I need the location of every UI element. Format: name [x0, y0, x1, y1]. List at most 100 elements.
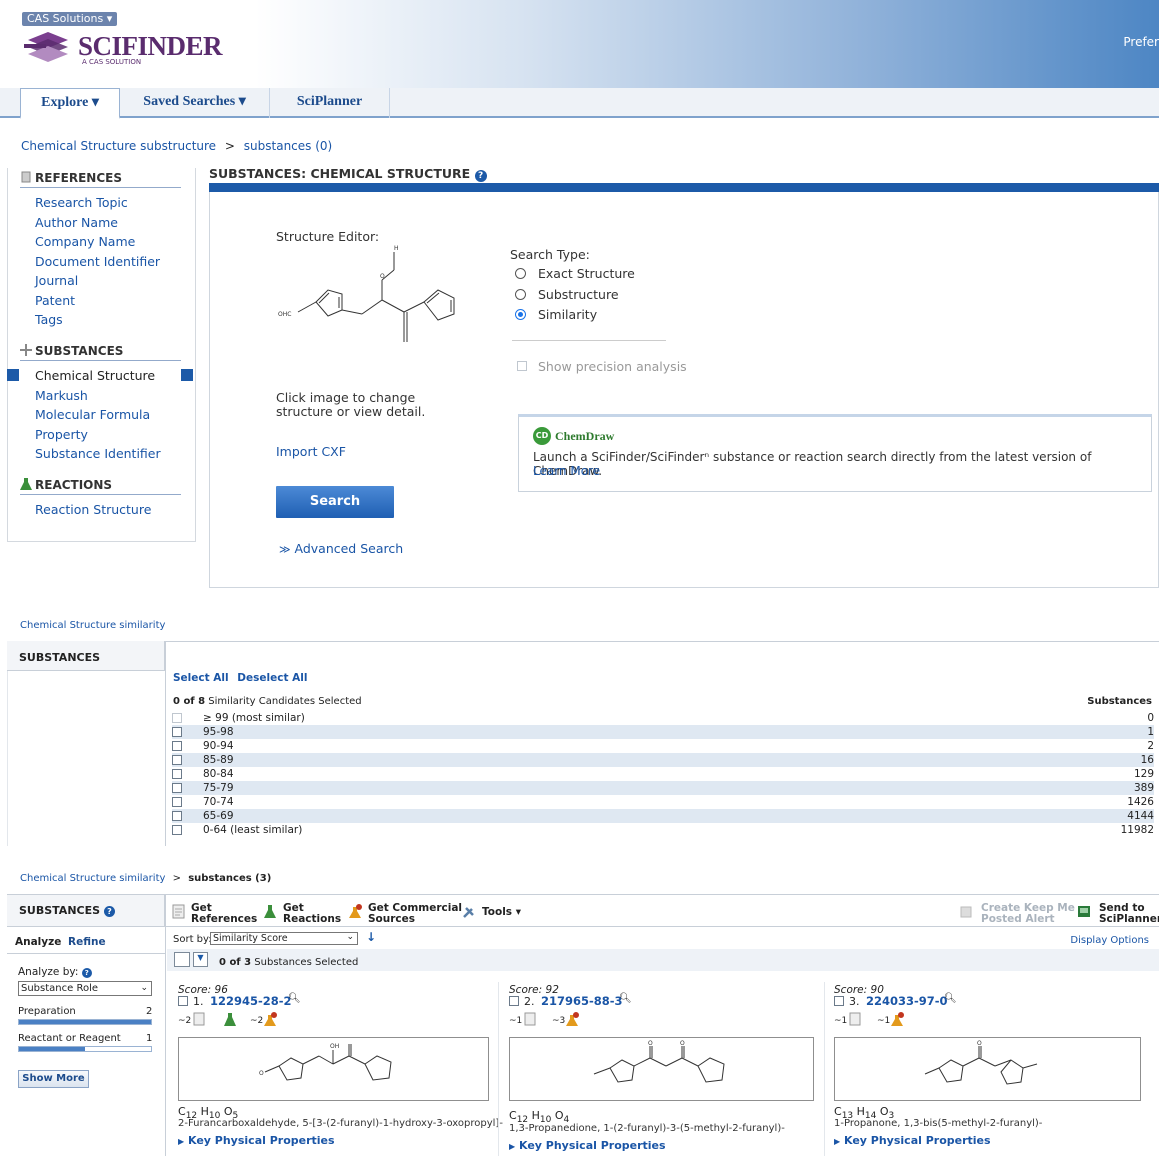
search-button[interactable]: Search — [276, 486, 394, 518]
caret-right-icon: ▶ — [178, 1137, 185, 1146]
display-options-link[interactable]: Display Options — [1070, 935, 1149, 946]
sort-select[interactable]: Similarity Score ⌄ — [210, 932, 358, 945]
results-breadcrumb-link[interactable]: Chemical Structure similarity — [20, 873, 165, 884]
sidebar-item-company-name[interactable]: Company Name — [35, 234, 135, 249]
reference-count: ~2 — [178, 1016, 192, 1026]
cas-registry-number[interactable]: 122945-28-2 — [210, 994, 292, 1008]
sidebar-item-substance-identifier[interactable]: Substance Identifier — [35, 446, 161, 461]
role-count: 2 — [146, 1006, 153, 1017]
learn-more-link[interactable]: Learn More — [533, 464, 600, 478]
similarity-checkbox[interactable] — [172, 726, 182, 737]
structure-image[interactable]: OH O — [178, 1037, 489, 1101]
key-physical-properties-link[interactable]: ▶ Key Physical Properties — [834, 1134, 991, 1147]
help-icon[interactable]: ? — [81, 968, 92, 978]
help-icon[interactable]: ? — [103, 906, 115, 917]
reactions-heading-label: REACTIONS — [35, 478, 113, 492]
tab-analyze[interactable]: Analyze — [15, 936, 61, 948]
sidebar-item-journal[interactable]: Journal — [35, 273, 78, 288]
result-checkbox[interactable] — [178, 996, 188, 1006]
kpp-label: Key Physical Properties — [188, 1134, 335, 1147]
results-selected-count: 0 of 3 Substances Selected — [219, 957, 358, 968]
sidebar-item-reaction-structure[interactable]: Reaction Structure — [35, 502, 151, 517]
cas-registry-number[interactable]: 224033-97-0 — [866, 994, 948, 1008]
sidebar-item-molecular-formula[interactable]: Molecular Formula — [35, 407, 150, 422]
radio-similarity[interactable] — [515, 309, 526, 320]
sidebar-item-document-identifier[interactable]: Document Identifier — [35, 254, 160, 269]
similarity-checkbox[interactable] — [172, 782, 182, 793]
chemdraw-logo-icon: CD — [533, 427, 551, 445]
supplier-count: ~1 — [877, 1016, 891, 1026]
sidebar-item-author-name[interactable]: Author Name — [35, 215, 118, 230]
get-reactions-button[interactable]: Get Reactions — [283, 903, 341, 925]
select-all-checkbox[interactable] — [174, 952, 190, 967]
cas-registry-number[interactable]: 217965-88-3 — [541, 994, 623, 1008]
breadcrumb-separator: > — [172, 873, 181, 884]
select-all-link[interactable]: Select All — [173, 672, 229, 684]
magnifier-icon[interactable]: 🔍︎ — [944, 993, 957, 1004]
sidebar-item-property[interactable]: Property — [35, 427, 88, 442]
analyze-by-select[interactable]: Substance Role ⌄ — [18, 981, 152, 996]
similarity-checkbox[interactable] — [172, 768, 182, 779]
show-precision-checkbox[interactable] — [517, 361, 527, 371]
page-title-text: SUBSTANCES: CHEMICAL STRUCTURE — [209, 166, 471, 181]
structure-image[interactable]: O — [834, 1037, 1141, 1101]
preferences-link[interactable]: Prefer — [1123, 35, 1159, 49]
similarity-checkbox[interactable] — [172, 712, 182, 723]
tab-sciplanner[interactable]: SciPlanner — [270, 88, 390, 118]
radio-substructure[interactable] — [515, 289, 526, 300]
commercial-sources-icon[interactable] — [891, 1012, 905, 1026]
selection-dropdown[interactable]: ▼ — [193, 952, 208, 967]
advanced-search-link[interactable]: ≫ Advanced Search — [279, 541, 403, 556]
similarity-checkbox[interactable] — [172, 740, 182, 751]
cas-solutions-menu[interactable]: CAS Solutions ▾ — [22, 12, 118, 26]
similarity-checkbox[interactable] — [172, 810, 182, 821]
result-checkbox[interactable] — [509, 996, 519, 1006]
key-physical-properties-link[interactable]: ▶ Key Physical Properties — [509, 1139, 666, 1152]
flask-icon[interactable] — [224, 1013, 236, 1026]
similarity-checkbox[interactable] — [172, 824, 182, 835]
tab-saved-searches[interactable]: Saved Searches ▾ — [120, 88, 270, 118]
structure-image[interactable]: O O — [509, 1037, 814, 1101]
show-precision-label: Show precision analysis — [538, 359, 687, 374]
help-icon[interactable]: ? — [474, 170, 487, 182]
tab-refine[interactable]: Refine — [68, 936, 106, 948]
result-checkbox[interactable] — [834, 996, 844, 1006]
breadcrumb-current[interactable]: substances (0) — [244, 139, 332, 153]
structure-editor-image[interactable]: OHC H O — [276, 242, 468, 370]
show-more-button[interactable]: Show More — [18, 1070, 89, 1088]
role-label[interactable]: Preparation — [18, 1006, 76, 1017]
similarity-row: 95-98 1 — [172, 725, 1154, 739]
magnifier-icon[interactable]: 🔍︎ — [619, 993, 632, 1004]
document-icon[interactable] — [193, 1012, 205, 1026]
sidebar-item-patent[interactable]: Patent — [35, 293, 75, 308]
result-number: 2. — [524, 995, 535, 1008]
keep-me-posted-button[interactable]: Create Keep Me Posted Alert — [981, 903, 1075, 925]
results-section-label: SUBSTANCES — [19, 904, 101, 917]
document-icon[interactable] — [524, 1012, 536, 1026]
radio-exact-structure[interactable] — [515, 268, 526, 279]
import-cxf-link[interactable]: Import CXF — [276, 444, 346, 459]
key-physical-properties-link[interactable]: ▶ Key Physical Properties — [178, 1134, 335, 1147]
sidebar-item-research-topic[interactable]: Research Topic — [35, 195, 128, 210]
tools-menu[interactable]: Tools ▾ — [482, 907, 521, 918]
similarity-breadcrumb[interactable]: Chemical Structure similarity — [20, 620, 165, 631]
get-commercial-sources-button[interactable]: Get Commercial Sources — [368, 903, 462, 925]
sort-direction-icon[interactable]: ↓ — [366, 930, 376, 944]
commercial-sources-icon[interactable] — [566, 1012, 580, 1026]
breadcrumb-link[interactable]: Chemical Structure substructure — [21, 139, 216, 153]
similarity-checkbox[interactable] — [172, 754, 182, 765]
chemdraw-text: Launch a SciFinder/SciFinderⁿ substance … — [533, 450, 1092, 478]
sidebar-item-markush[interactable]: Markush — [35, 388, 88, 403]
sidebar-item-tags[interactable]: Tags — [35, 312, 63, 327]
commercial-sources-icon[interactable] — [264, 1012, 278, 1026]
document-icon[interactable] — [849, 1012, 861, 1026]
role-label[interactable]: Reactant or Reagent — [18, 1033, 121, 1044]
sidebar-item-chemical-structure[interactable]: Chemical Structure — [35, 368, 155, 383]
deselect-all-link[interactable]: Deselect All — [237, 672, 307, 684]
tab-explore[interactable]: Explore ▾ — [20, 88, 120, 119]
magnifier-icon[interactable]: 🔍︎ — [288, 993, 301, 1004]
get-references-button[interactable]: Get References — [191, 903, 257, 925]
similarity-checkbox[interactable] — [172, 796, 182, 807]
send-to-sciplanner-button[interactable]: Send to SciPlanner — [1099, 903, 1159, 925]
divider — [7, 953, 165, 954]
